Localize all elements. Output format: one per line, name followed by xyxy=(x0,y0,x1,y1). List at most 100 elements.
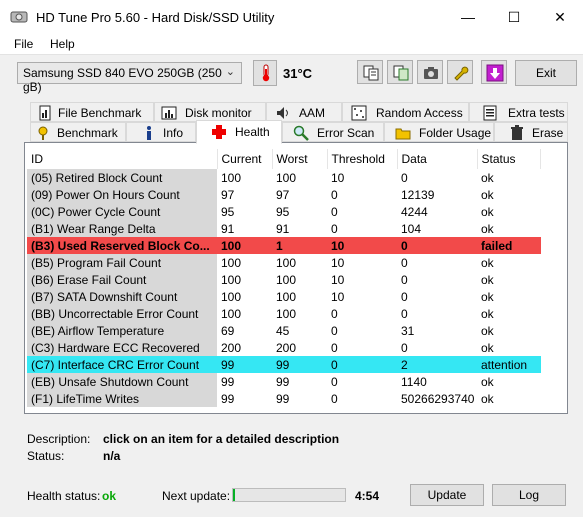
thermometer-icon xyxy=(262,64,270,82)
table-cell-worst: 100 xyxy=(272,305,327,322)
table-cell-current: 69 xyxy=(217,322,272,339)
table-cell-current: 91 xyxy=(217,220,272,237)
table-cell-id: (F1) LifeTime Writes xyxy=(27,390,217,407)
tab-label: Info xyxy=(163,126,184,140)
table-row[interactable]: (B7) SATA Downshift Count 100 100 10 0 ok xyxy=(27,288,541,305)
tab-label: File Benchmark xyxy=(58,106,142,120)
menu-file[interactable]: File xyxy=(14,37,33,51)
table-cell-threshold: 10 xyxy=(327,254,397,271)
maximize-button[interactable]: ☐ xyxy=(491,0,537,34)
table-cell-status: ok xyxy=(477,186,541,203)
table-cell-data: 0 xyxy=(397,339,477,356)
table-cell-worst: 95 xyxy=(272,203,327,220)
table-row[interactable]: (C7) Interface CRC Error Count 99 99 0 2 atte… xyxy=(27,356,541,373)
tab-aam[interactable]: AAM xyxy=(266,102,342,122)
table-cell-data: 2 xyxy=(397,356,477,373)
table-cell-status: ok xyxy=(477,288,541,305)
folder-icon xyxy=(395,128,411,140)
copy-screenshot-button[interactable] xyxy=(387,60,413,84)
tab-label: Erase xyxy=(532,126,564,140)
table-cell-status: ok xyxy=(477,305,541,322)
table-row[interactable]: (C3) Hardware ECC Recovered 200 200 0 0 ok xyxy=(27,339,541,356)
exit-button[interactable]: Exit xyxy=(515,60,577,86)
table-cell-current: 100 xyxy=(217,271,272,288)
table-cell-id: (B5) Program Fail Count xyxy=(27,254,217,271)
table-row[interactable]: (EB) Unsafe Shutdown Count 99 99 0 1140 ok xyxy=(27,373,541,390)
table-cell-id: (BE) Airflow Temperature xyxy=(27,322,217,339)
column-header-worst[interactable]: Worst xyxy=(272,149,328,169)
table-row[interactable]: (05) Retired Block Count 100 100 10 0 ok xyxy=(27,169,541,186)
screenshot-button[interactable] xyxy=(417,60,443,84)
tab-label: Error Scan xyxy=(317,126,375,140)
smart-table-body: (05) Retired Block Count 100 100 10 0 ok (09) … xyxy=(27,169,541,407)
table-cell-threshold: 0 xyxy=(327,390,397,407)
table-cell-data: 0 xyxy=(397,305,477,322)
tab-folder-usage[interactable]: Folder Usage xyxy=(384,122,494,142)
log-button[interactable]: Log xyxy=(492,484,566,506)
table-cell-id: (BB) Uncorrectable Error Count xyxy=(27,305,217,322)
drive-dropdown[interactable]: Samsung SSD 840 EVO 250GB (250 gB) ⌄ xyxy=(17,62,242,94)
window-title: HD Tune Pro 5.60 - Hard Disk/SSD Utility xyxy=(36,10,275,25)
table-cell-current: 100 xyxy=(217,237,272,254)
table-cell-worst: 100 xyxy=(272,271,327,288)
table-cell-worst: 99 xyxy=(272,390,327,407)
table-cell-status: ok xyxy=(477,322,541,339)
table-row[interactable]: (09) Power On Hours Count 97 97 0 12139 ok xyxy=(27,186,541,203)
table-header-row: ID Current Worst Threshold Data Status xyxy=(27,149,541,169)
options-button[interactable] xyxy=(447,60,473,84)
column-header-status[interactable]: Status xyxy=(477,149,541,169)
camera-icon xyxy=(424,67,438,79)
table-row[interactable]: (B3) Used Reserved Block Co... 100 1 10 0 fai… xyxy=(27,237,541,254)
column-header-threshold[interactable]: Threshold xyxy=(327,149,398,169)
tab-health[interactable]: Health xyxy=(196,120,282,144)
table-cell-data: 0 xyxy=(397,254,477,271)
table-cell-current: 99 xyxy=(217,373,272,390)
update-progress-fill xyxy=(233,489,236,501)
copy-image-icon xyxy=(393,65,409,81)
table-row[interactable]: (B1) Wear Range Delta 91 91 0 104 ok xyxy=(27,220,541,237)
table-cell-data: 1140 xyxy=(397,373,477,390)
table-row[interactable]: (B6) Erase Fail Count 100 100 10 0 ok xyxy=(27,271,541,288)
table-cell-data: 0 xyxy=(397,271,477,288)
tab-error-scan[interactable]: Error Scan xyxy=(282,122,384,142)
table-row[interactable]: (0C) Power Cycle Count 95 95 0 4244 ok xyxy=(27,203,541,220)
table-cell-threshold: 10 xyxy=(327,271,397,288)
minimize-button[interactable]: — xyxy=(445,0,491,34)
tab-benchmark[interactable]: Benchmark xyxy=(30,122,126,142)
tab-info[interactable]: Info xyxy=(126,122,196,142)
table-cell-status: failed xyxy=(477,237,541,254)
copy-text-button[interactable] xyxy=(357,60,383,84)
table-cell-worst: 100 xyxy=(272,254,327,271)
tab-extra-tests[interactable]: Extra tests xyxy=(469,102,568,122)
description-label: Description: xyxy=(27,432,91,446)
tab-erase[interactable]: Erase xyxy=(494,122,568,142)
close-button[interactable]: ✕ xyxy=(537,0,583,34)
tab-random-access[interactable]: Random Access xyxy=(342,102,469,122)
table-cell-current: 97 xyxy=(217,186,272,203)
table-cell-id: (B7) SATA Downshift Count xyxy=(27,288,217,305)
table-cell-data: 50266293740 xyxy=(397,390,477,407)
table-row[interactable]: (F1) LifeTime Writes 99 99 0 50266293740 ok xyxy=(27,390,541,407)
tab-disk-monitor[interactable]: Disk monitor xyxy=(154,102,266,122)
title-bar: HD Tune Pro 5.60 - Hard Disk/SSD Utility… xyxy=(0,0,583,34)
temperature-button[interactable] xyxy=(253,60,277,86)
save-button[interactable] xyxy=(481,60,507,84)
table-cell-worst: 200 xyxy=(272,339,327,356)
table-row[interactable]: (BB) Uncorrectable Error Count 100 100 0 0 ok xyxy=(27,305,541,322)
table-cell-worst: 99 xyxy=(272,373,327,390)
menu-help[interactable]: Help xyxy=(50,37,75,51)
table-cell-worst: 45 xyxy=(272,322,327,339)
column-header-data[interactable]: Data xyxy=(397,149,478,169)
table-cell-threshold: 10 xyxy=(327,169,397,186)
table-cell-status: ok xyxy=(477,373,541,390)
update-button[interactable]: Update xyxy=(410,484,484,506)
column-header-current[interactable]: Current xyxy=(217,149,273,169)
table-row[interactable]: (BE) Airflow Temperature 69 45 0 31 ok xyxy=(27,322,541,339)
table-cell-status: ok xyxy=(477,339,541,356)
table-cell-threshold: 0 xyxy=(327,373,397,390)
tab-file-benchmark[interactable]: File Benchmark xyxy=(30,102,154,122)
column-header-id[interactable]: ID xyxy=(27,149,218,169)
extra-tests-icon xyxy=(483,105,497,121)
table-row[interactable]: (B5) Program Fail Count 100 100 10 0 ok xyxy=(27,254,541,271)
chevron-down-icon: ⌄ xyxy=(225,66,235,78)
